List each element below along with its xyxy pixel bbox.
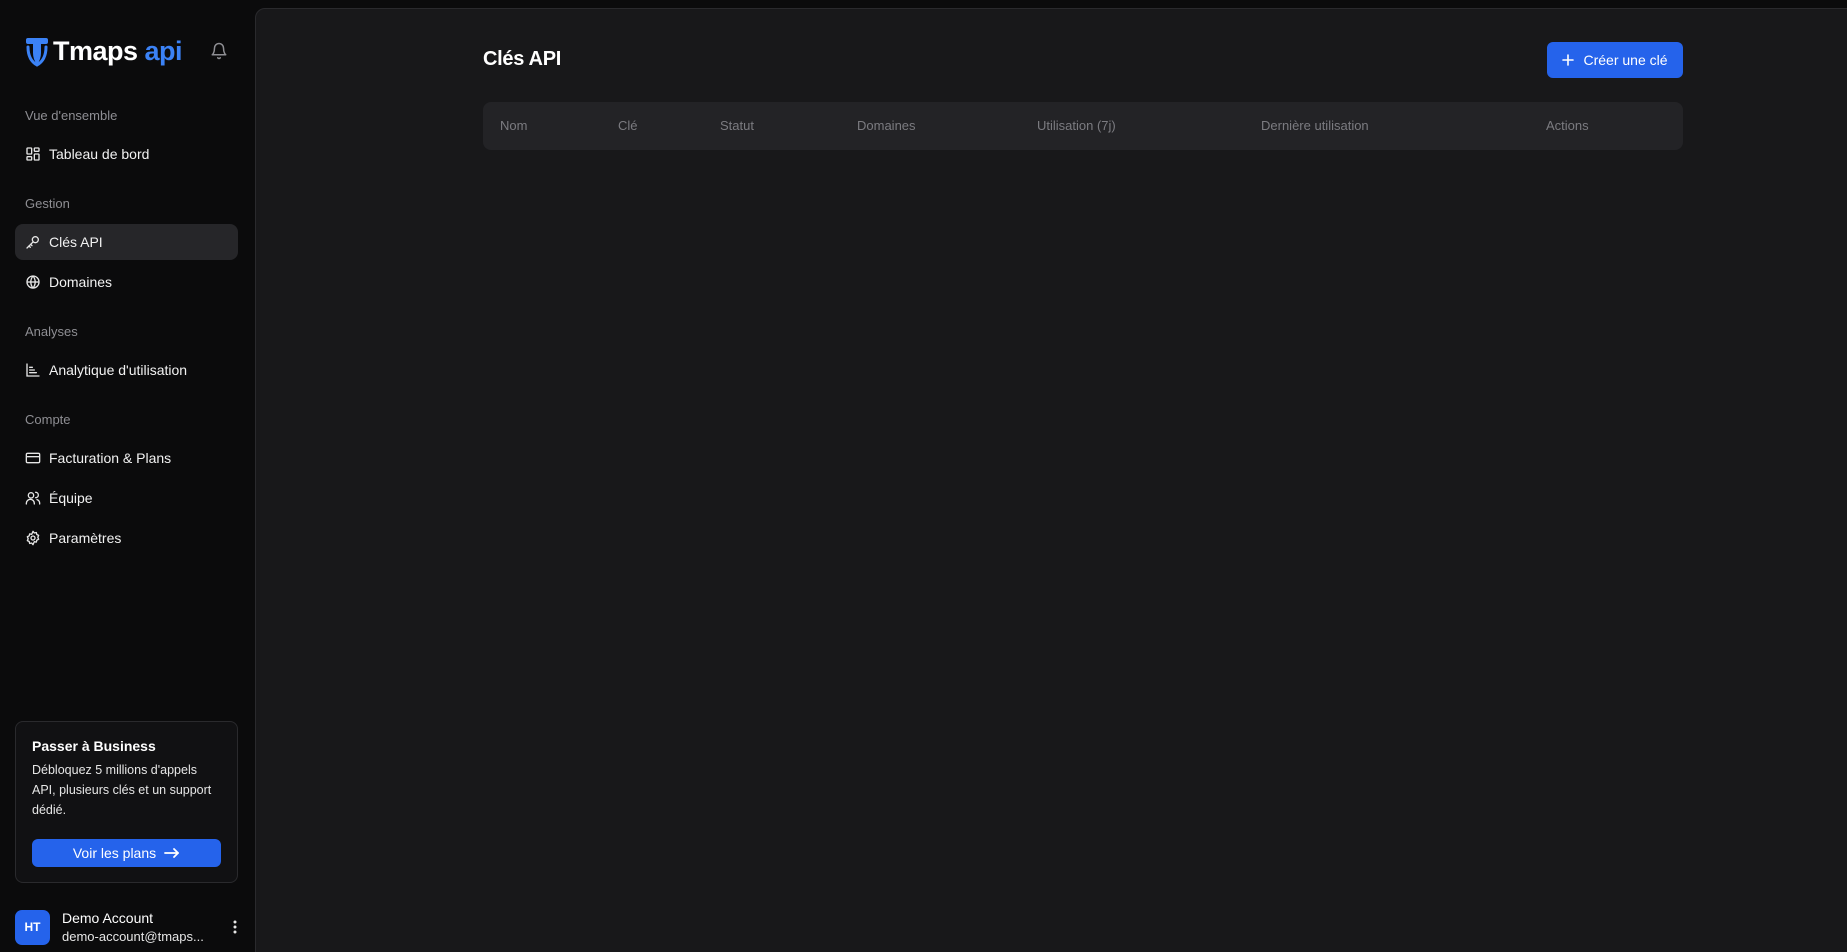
- sidebar-item-label: Clés API: [49, 234, 103, 250]
- view-plans-label: Voir les plans: [72, 845, 157, 861]
- section-label-account: Compte: [25, 412, 71, 427]
- user-name: Demo Account: [62, 910, 154, 926]
- globe-icon: [25, 274, 41, 290]
- sidebar-item-label: Tableau de bord: [49, 146, 150, 162]
- user-email: demo-account@tmaps...: [62, 929, 204, 944]
- bell-icon[interactable]: [210, 42, 228, 60]
- column-header-last-used[interactable]: Dernière utilisation: [1261, 118, 1369, 133]
- column-header-domains[interactable]: Domaines: [857, 118, 916, 133]
- sidebar-item-domains[interactable]: Domaines: [15, 264, 238, 300]
- user-profile[interactable]: HT Demo Account demo-account@tmaps...: [15, 908, 238, 946]
- sidebar-item-settings[interactable]: Paramètres: [15, 520, 238, 556]
- api-keys-table-header: Nom Clé Statut Domaines Utilisation (7j)…: [483, 102, 1683, 150]
- sidebar-item-api-keys[interactable]: Clés API: [15, 224, 238, 260]
- brand-accent: api: [144, 35, 183, 66]
- section-label-analytics: Analyses: [25, 324, 78, 339]
- users-icon: [25, 490, 41, 506]
- column-header-key[interactable]: Clé: [618, 118, 638, 133]
- column-header-status[interactable]: Statut: [720, 118, 754, 133]
- sidebar: Tmaps api Vue d'ensemble Tableau de bord…: [0, 0, 254, 952]
- upgrade-card: Passer à Business Débloquez 5 millions d…: [15, 721, 238, 883]
- brand-word: Tmaps: [53, 35, 138, 66]
- upgrade-title: Passer à Business: [32, 738, 156, 754]
- main-content: Clés API Créer une clé Nom Clé Statut Do…: [255, 8, 1847, 952]
- section-label-overview: Vue d'ensemble: [25, 108, 118, 123]
- more-vertical-icon[interactable]: [228, 918, 242, 936]
- column-header-usage[interactable]: Utilisation (7j): [1037, 118, 1116, 133]
- page-title: Clés API: [483, 48, 562, 70]
- brand-name: Tmaps api: [53, 35, 183, 67]
- map-pin-logo-icon: [22, 34, 52, 68]
- column-header-name[interactable]: Nom: [500, 118, 527, 133]
- sidebar-item-label: Analytique d'utilisation: [49, 362, 188, 378]
- chart-icon: [25, 362, 41, 378]
- sidebar-item-label: Paramètres: [49, 530, 122, 546]
- section-label-management: Gestion: [25, 196, 70, 211]
- gear-icon: [25, 530, 41, 546]
- sidebar-item-label: Domaines: [49, 274, 113, 290]
- arrow-right-icon: [164, 848, 180, 858]
- create-key-button[interactable]: Créer une clé: [1547, 42, 1683, 78]
- sidebar-item-billing[interactable]: Facturation & Plans: [15, 440, 238, 476]
- view-plans-button[interactable]: Voir les plans: [32, 839, 221, 867]
- sidebar-item-usage-analytics[interactable]: Analytique d'utilisation: [15, 352, 238, 388]
- column-header-actions: Actions: [1546, 118, 1589, 133]
- sidebar-item-label: Équipe: [49, 490, 93, 506]
- brand-logo[interactable]: Tmaps api: [22, 34, 234, 68]
- credit-card-icon: [25, 450, 41, 466]
- user-info: Demo Account demo-account@tmaps...: [62, 910, 212, 944]
- key-icon: [25, 234, 41, 250]
- sidebar-item-dashboard[interactable]: Tableau de bord: [15, 136, 238, 172]
- upgrade-description: Débloquez 5 millions d'appels API, plusi…: [32, 763, 212, 817]
- sidebar-item-team[interactable]: Équipe: [15, 480, 238, 516]
- plus-icon: [1562, 54, 1575, 66]
- sidebar-item-label: Facturation & Plans: [49, 450, 172, 466]
- avatar: HT: [15, 909, 50, 945]
- create-key-label: Créer une clé: [1583, 52, 1668, 68]
- dashboard-icon: [25, 146, 41, 162]
